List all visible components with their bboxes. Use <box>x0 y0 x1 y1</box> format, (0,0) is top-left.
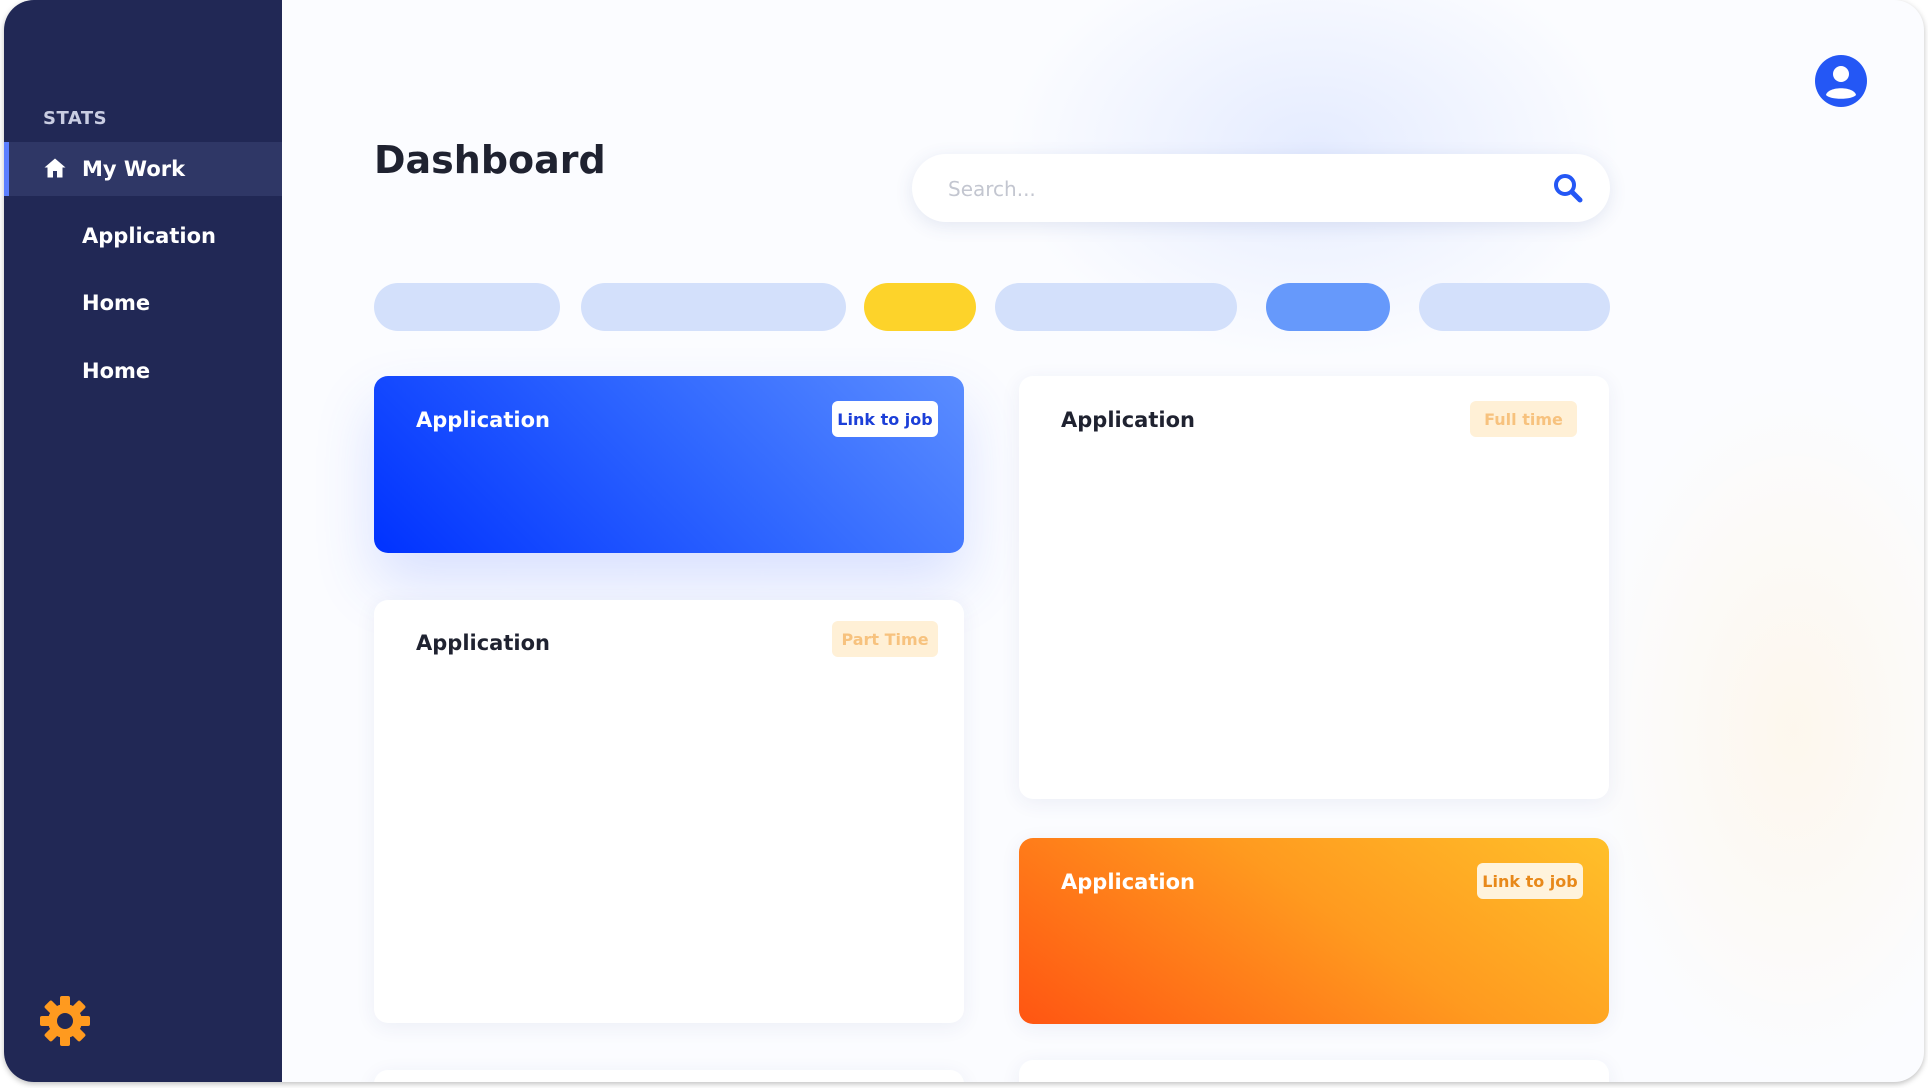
sidebar-item-home[interactable]: Home <box>4 276 282 330</box>
app-window: STATS My Work Application Home Home Dash… <box>4 0 1924 1082</box>
gear-icon[interactable] <box>38 994 92 1048</box>
filter-pill[interactable] <box>995 283 1237 331</box>
link-to-job-button[interactable]: Link to job <box>832 401 938 437</box>
application-card[interactable]: Application Link to job <box>374 376 964 553</box>
application-card[interactable]: Application Part Time <box>374 600 964 1023</box>
filter-pill-selected[interactable] <box>1266 283 1390 331</box>
job-type-badge: Part Time <box>832 621 938 657</box>
sidebar-item-home-2[interactable]: Home <box>4 344 282 398</box>
search-input[interactable] <box>946 154 1510 224</box>
card-title: Application <box>1061 870 1195 894</box>
filter-pill-highlighted[interactable] <box>864 283 976 331</box>
sidebar: STATS My Work Application Home Home <box>4 0 282 1082</box>
sidebar-item-label: My Work <box>82 157 186 181</box>
sidebar-item-application[interactable]: Application <box>4 209 282 263</box>
card-title: Application <box>416 631 550 655</box>
filter-pill[interactable] <box>581 283 846 331</box>
sidebar-item-label: Application <box>82 224 216 248</box>
background-glow <box>1584 380 1924 1080</box>
home-icon <box>44 158 66 178</box>
card-title: Application <box>416 408 550 432</box>
filter-pill[interactable] <box>1419 283 1610 331</box>
link-to-job-button[interactable]: Link to job <box>1477 863 1583 899</box>
page-title: Dashboard <box>374 138 606 182</box>
application-card[interactable]: Application Full time <box>1019 376 1609 799</box>
sidebar-section-label: STATS <box>43 108 108 129</box>
user-icon[interactable] <box>1814 54 1868 108</box>
sidebar-item-my-work[interactable]: My Work <box>4 142 282 196</box>
application-card[interactable] <box>374 1070 964 1082</box>
sidebar-item-label: Home <box>82 291 151 315</box>
card-title: Application <box>1061 408 1195 432</box>
sidebar-item-label: Home <box>82 359 151 383</box>
search-icon[interactable] <box>1552 172 1584 204</box>
application-card[interactable] <box>1019 1060 1609 1082</box>
filter-pill[interactable] <box>374 283 560 331</box>
search-bar <box>912 154 1610 224</box>
application-card[interactable]: Application Link to job <box>1019 838 1609 1024</box>
job-type-badge: Full time <box>1470 401 1577 437</box>
